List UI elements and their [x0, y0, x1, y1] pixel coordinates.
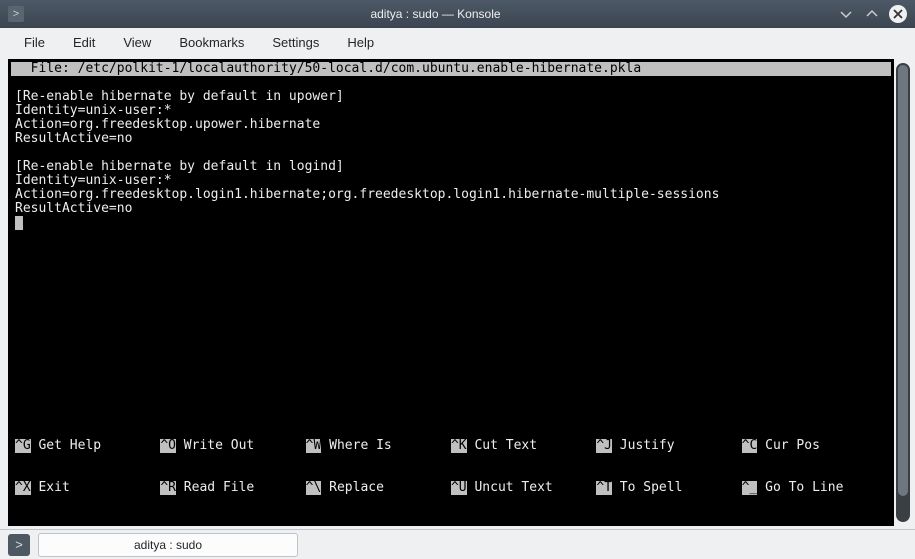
menu-edit[interactable]: Edit [59, 31, 109, 54]
nano-header: File: /etc/polkit-1/localauthority/50-lo… [11, 62, 891, 76]
menu-bookmarks[interactable]: Bookmarks [165, 31, 258, 54]
shortcut-key: ^T [596, 481, 612, 495]
shortcut-key: ^C [742, 439, 758, 453]
menu-view[interactable]: View [109, 31, 165, 54]
shortcut-item: ^C Cur Pos [742, 439, 887, 453]
shortcut-key: ^U [451, 481, 467, 495]
shortcut-item: ^R Read File [160, 481, 305, 495]
new-tab-button[interactable]: > [8, 534, 30, 556]
konsole-window: > aditya : sudo — Konsole File Edit View… [0, 0, 915, 559]
shortcut-item: ^K Cut Text [451, 439, 596, 453]
window-title: aditya : sudo — Konsole [34, 7, 837, 21]
shortcut-item: ^T To Spell [596, 481, 741, 495]
shortcut-key: ^_ [742, 481, 758, 495]
shortcut-row-1: ^G Get Help^O Write Out^W Where Is^K Cut… [15, 439, 887, 453]
shortcut-label: Write Out [176, 438, 254, 453]
shortcut-item: ^O Write Out [160, 439, 305, 453]
menu-file[interactable]: File [10, 31, 59, 54]
shortcut-key: ^O [160, 439, 176, 453]
shortcut-label: Cur Pos [757, 438, 820, 453]
minimize-button[interactable] [837, 5, 855, 23]
shortcut-item: ^X Exit [15, 481, 160, 495]
shortcut-item: ^\ Replace [306, 481, 451, 495]
window-controls [837, 5, 907, 23]
shortcut-key: ^G [15, 439, 31, 453]
tab-active[interactable]: aditya : sudo [38, 533, 298, 557]
tab-label: aditya : sudo [134, 538, 202, 552]
shortcut-label: To Spell [612, 480, 682, 495]
terminal-icon: > [13, 8, 19, 20]
shortcut-label: Go To Line [757, 480, 843, 495]
shortcut-label: Exit [31, 480, 70, 495]
nano-shortcuts: ^G Get Help^O Write Out^W Where Is^K Cut… [11, 411, 891, 526]
shortcut-label: Read File [176, 480, 254, 495]
shortcut-item: ^G Get Help [15, 439, 160, 453]
app-icon: > [8, 6, 24, 22]
terminal-icon: > [15, 537, 23, 552]
nano-body[interactable]: [Re-enable hibernate by default in upowe… [11, 76, 891, 411]
shortcut-label: Get Help [31, 438, 101, 453]
shortcut-label: Justify [612, 438, 675, 453]
shortcut-key: ^\ [306, 481, 322, 495]
shortcut-row-2: ^X Exit^R Read File^\ Replace^U Uncut Te… [15, 481, 887, 495]
shortcut-key: ^K [451, 439, 467, 453]
maximize-button[interactable] [863, 5, 881, 23]
nano-filepath: /etc/polkit-1/localauthority/50-local.d/… [78, 61, 642, 76]
shortcut-label: Cut Text [467, 438, 537, 453]
shortcut-key: ^W [306, 439, 322, 453]
cursor [15, 216, 23, 230]
shortcut-item: ^W Where Is [306, 439, 451, 453]
shortcut-key: ^J [596, 439, 612, 453]
menu-help[interactable]: Help [333, 31, 388, 54]
terminal[interactable]: File: /etc/polkit-1/localauthority/50-lo… [8, 59, 894, 526]
shortcut-label: Replace [321, 480, 384, 495]
shortcut-key: ^X [15, 481, 31, 495]
menubar: File Edit View Bookmarks Settings Help [0, 28, 915, 56]
menu-settings[interactable]: Settings [258, 31, 333, 54]
shortcut-label: Where Is [321, 438, 391, 453]
close-button[interactable] [889, 5, 907, 23]
tabbar: > aditya : sudo [0, 529, 915, 559]
shortcut-label: Uncut Text [467, 480, 553, 495]
titlebar[interactable]: > aditya : sudo — Konsole [0, 0, 915, 28]
shortcut-item: ^J Justify [596, 439, 741, 453]
scrollbar[interactable] [896, 63, 910, 522]
terminal-container: File: /etc/polkit-1/localauthority/50-lo… [0, 56, 915, 529]
shortcut-key: ^R [160, 481, 176, 495]
shortcut-item: ^U Uncut Text [451, 481, 596, 495]
shortcut-item: ^_ Go To Line [742, 481, 887, 495]
scrollbar-thumb[interactable] [898, 65, 908, 496]
